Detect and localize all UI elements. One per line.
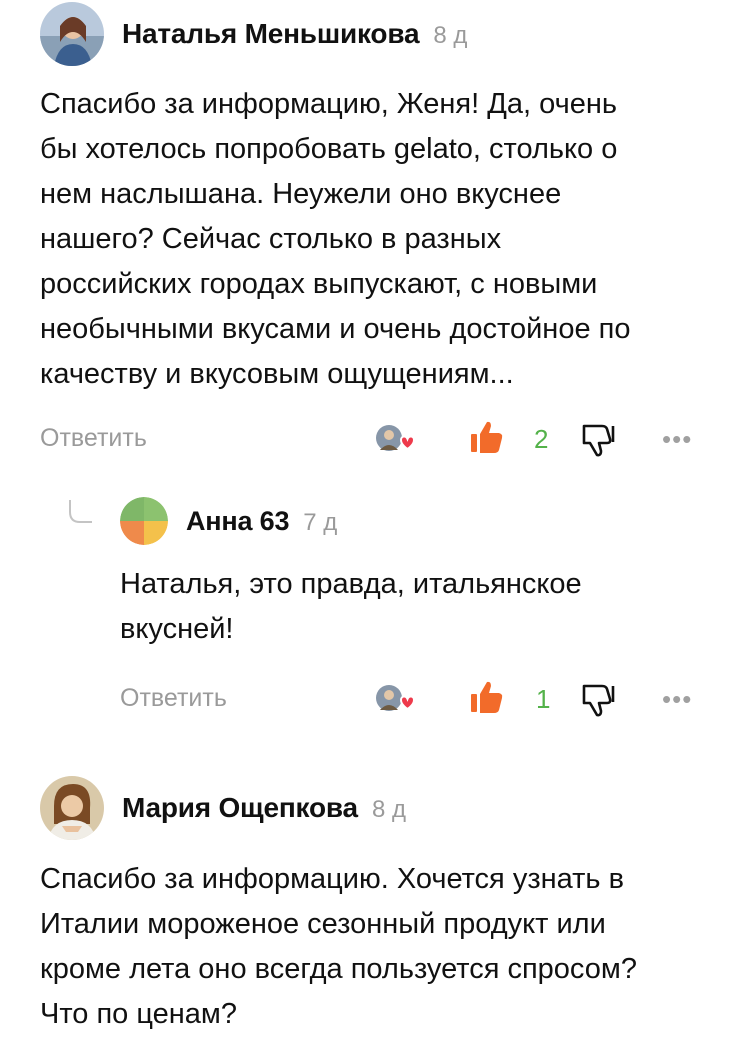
author-name[interactable]: Наталья Меньшикова bbox=[122, 18, 420, 50]
like-count: 2 bbox=[534, 424, 549, 454]
reply-button[interactable]: Ответить bbox=[40, 424, 147, 453]
reactions-icon[interactable] bbox=[374, 418, 418, 462]
thumbs-up-icon[interactable] bbox=[468, 418, 508, 458]
author-name[interactable]: Мария Ощепкова bbox=[122, 792, 358, 824]
reactions-icon[interactable] bbox=[374, 678, 418, 722]
reply-text: Наталья, это правда, итальянское вкусней… bbox=[120, 562, 582, 652]
text-line: бы хотелось попробовать gelato, столько … bbox=[40, 133, 618, 165]
thread-line bbox=[69, 500, 92, 523]
thumbs-up-icon[interactable] bbox=[468, 678, 508, 718]
comment-header: Мария Ощепкова 8 д bbox=[40, 776, 406, 840]
text-line: Что по ценам? bbox=[40, 998, 237, 1030]
comment-time: 8 д bbox=[433, 22, 468, 49]
comment-time: 7 д bbox=[303, 509, 338, 536]
reply-header: Анна 63 7 д bbox=[120, 497, 337, 545]
text-line: Италии мороженое сезонный продукт или bbox=[40, 908, 606, 940]
like-count: 1 bbox=[536, 684, 551, 714]
text-line: Спасибо за информацию, Женя! Да, очень bbox=[40, 88, 617, 120]
text-line: Наталья, это правда, итальянское bbox=[120, 568, 582, 600]
avatar[interactable] bbox=[120, 497, 168, 545]
thumbs-down-icon[interactable] bbox=[580, 680, 620, 720]
comment-text: Спасибо за информацию, Женя! Да, очень б… bbox=[40, 82, 630, 397]
avatar[interactable] bbox=[40, 776, 104, 840]
reply-button[interactable]: Ответить bbox=[120, 684, 227, 713]
text-line: необычными вкусами и очень достойное по bbox=[40, 313, 631, 345]
comment-time: 8 д bbox=[371, 796, 406, 823]
more-dots-icon[interactable]: ••• bbox=[662, 684, 692, 715]
text-line: вкусней! bbox=[120, 613, 234, 645]
thumbs-down-icon[interactable] bbox=[580, 420, 620, 460]
reply-actions: Ответить 1 ••• bbox=[120, 678, 710, 722]
text-line: Спасибо за информацию. Хочется узнать в bbox=[40, 863, 624, 895]
text-line: кроме лета оно всегда пользуется спросом… bbox=[40, 953, 637, 985]
author-name[interactable]: Анна 63 bbox=[186, 506, 289, 537]
comment-header: Наталья Меньшикова 8 д bbox=[40, 2, 467, 66]
avatar[interactable] bbox=[40, 2, 104, 66]
comment-actions: Ответить 2 ••• bbox=[40, 418, 710, 462]
text-line: нем наслышана. Неужели оно вкуснее bbox=[40, 178, 562, 210]
text-line: нашего? Сейчас столько в разных bbox=[40, 223, 502, 255]
text-line: качеству и вкусовым ощущениям... bbox=[40, 358, 514, 390]
comment-text: Спасибо за информацию. Хочется узнать в … bbox=[40, 857, 637, 1037]
more-dots-icon[interactable]: ••• bbox=[662, 424, 692, 455]
text-line: российских городах выпускают, с новыми bbox=[40, 268, 598, 300]
